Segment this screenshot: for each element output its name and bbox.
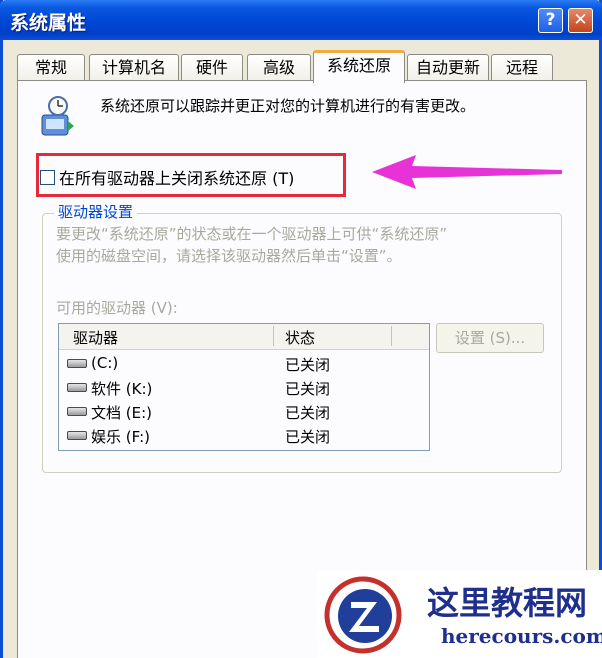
close-button[interactable]: ✕: [568, 8, 593, 33]
column-divider[interactable]: [273, 326, 274, 346]
pointer-arrow-icon: [372, 155, 562, 189]
disable-restore-checkbox[interactable]: [40, 169, 55, 185]
disable-restore-label[interactable]: 在所有驱动器上关闭系统还原 (T): [59, 165, 294, 189]
settings-button[interactable]: 设置 (S)...: [436, 323, 544, 353]
drive-name: 娱乐 (F:): [91, 428, 150, 446]
tab-general[interactable]: 常规: [17, 54, 85, 82]
disable-restore-option[interactable]: 在所有驱动器上关闭系统还原 (T): [40, 165, 294, 189]
tab-advanced[interactable]: 高级: [247, 54, 311, 82]
drive-row[interactable]: 文档 (E:) 已关闭: [59, 400, 429, 424]
column-header-status[interactable]: 状态: [285, 327, 315, 348]
drive-status: 已关闭: [285, 404, 331, 422]
tab-automatic-updates[interactable]: 自动更新: [407, 54, 489, 82]
hard-drive-icon: [67, 359, 87, 368]
window-title: 系统属性: [10, 12, 87, 34]
drives-list[interactable]: 驱动器 状态 (C:) 已关闭 软件 (K:) 已关闭 文档 (E:) 已关闭: [58, 323, 430, 451]
drive-name: 软件 (K:): [91, 380, 153, 398]
drive-row[interactable]: (C:) 已关闭: [59, 352, 429, 376]
column-header-drive[interactable]: 驱动器: [73, 327, 118, 348]
available-drives-label: 可用的驱动器 (V):: [56, 299, 178, 317]
drive-row[interactable]: 娱乐 (F:) 已关闭: [59, 424, 429, 448]
tab-remote[interactable]: 远程: [491, 54, 553, 82]
site-logo-icon: [324, 576, 402, 654]
watermark: 这里教程网 herecours.com: [317, 570, 602, 658]
drive-status: 已关闭: [285, 356, 331, 374]
drive-status: 已关闭: [285, 428, 331, 446]
system-properties-window: 系统属性 ? ✕ 常规 计算机名 硬件 高级 系统还原 自动更新 远程 系统还原…: [0, 0, 602, 658]
drive-settings-description-2: 使用的磁盘空间，请选择该驱动器然后单击“设置”。: [56, 247, 402, 265]
drive-name: (C:): [91, 354, 119, 372]
drive-name: 文档 (E:): [91, 404, 153, 422]
hard-drive-icon: [67, 431, 87, 440]
drive-status: 已关闭: [285, 380, 331, 398]
hard-drive-icon: [67, 383, 87, 392]
restore-intro-text: 系统还原可以跟踪并更正对您的计算机进行的有害更改。: [100, 97, 476, 115]
drive-row[interactable]: 软件 (K:) 已关闭: [59, 376, 429, 400]
title-bar[interactable]: 系统属性 ? ✕: [0, 0, 602, 40]
watermark-site-url: herecours.com: [441, 624, 602, 648]
system-restore-icon: [41, 96, 74, 136]
watermark-site-name: 这里教程网: [427, 584, 588, 622]
help-button[interactable]: ?: [538, 8, 563, 33]
drive-settings-title: 驱动器设置: [54, 201, 138, 222]
tab-computer-name[interactable]: 计算机名: [89, 54, 179, 82]
tab-hardware[interactable]: 硬件: [181, 54, 243, 82]
hard-drive-icon: [67, 407, 87, 416]
column-divider[interactable]: [391, 326, 392, 346]
drives-list-header: 驱动器 状态: [59, 324, 429, 350]
tab-system-restore[interactable]: 系统还原: [313, 50, 405, 83]
drive-settings-description-1: 要更改“系统还原”的状态或在一个驱动器上可供“系统还原”: [56, 225, 448, 243]
